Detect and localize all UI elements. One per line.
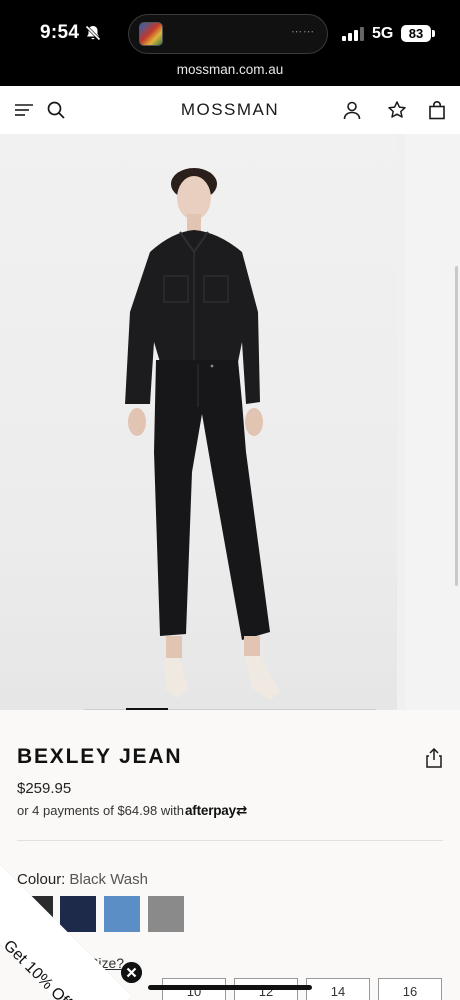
colour-value: Black Wash bbox=[69, 871, 148, 888]
size-option[interactable]: 16 bbox=[378, 978, 442, 1000]
swatch-mid-blue[interactable] bbox=[104, 896, 140, 932]
product-image-gallery[interactable] bbox=[0, 134, 460, 710]
afterpay-arrows-icon: ⇄ bbox=[235, 803, 248, 818]
divider bbox=[17, 840, 443, 841]
product-price: $259.95 bbox=[17, 780, 72, 797]
battery-level: 83 bbox=[401, 25, 431, 42]
signal-icon bbox=[342, 27, 364, 41]
swatch-indigo[interactable] bbox=[60, 896, 96, 932]
wishlist-star-icon[interactable] bbox=[387, 100, 407, 120]
audio-waveform-icon: ⋯⋯ bbox=[291, 26, 315, 38]
now-playing-artwork bbox=[139, 22, 163, 46]
dynamic-island[interactable]: ⋯⋯ bbox=[128, 14, 328, 54]
network-type: 5G bbox=[372, 25, 394, 42]
bag-icon[interactable] bbox=[427, 100, 447, 120]
close-icon[interactable] bbox=[121, 962, 142, 983]
battery-icon bbox=[432, 30, 435, 37]
status-time: 9:54 bbox=[40, 22, 80, 43]
product-title: BEXLEY JEAN bbox=[17, 745, 183, 768]
colour-label: Colour: bbox=[17, 871, 66, 888]
address-bar-url[interactable]: mossman.com.au bbox=[0, 62, 460, 77]
afterpay-logo[interactable]: afterpay⇄ bbox=[185, 803, 247, 819]
afterpay-instalments: or 4 payments of $64.98 with bbox=[17, 803, 184, 818]
colour-selector-label: Colour: Black Wash bbox=[17, 871, 148, 888]
swatch-grey[interactable] bbox=[148, 896, 184, 932]
bell-slash-icon bbox=[85, 25, 101, 41]
share-icon[interactable] bbox=[425, 748, 443, 768]
model-photo bbox=[125, 168, 280, 700]
status-bar: 9:54 ⋯⋯ 5G 83 mossman.com.au bbox=[0, 0, 460, 86]
home-indicator[interactable] bbox=[148, 985, 312, 990]
afterpay-brand: afterpay bbox=[185, 803, 236, 818]
product-image-main[interactable] bbox=[0, 134, 397, 710]
size-option[interactable]: 14 bbox=[306, 978, 370, 1000]
product-image-next[interactable] bbox=[405, 134, 460, 710]
page-scrollbar[interactable] bbox=[455, 266, 458, 586]
account-icon[interactable] bbox=[342, 100, 362, 120]
site-header: MOSSMAN bbox=[0, 86, 460, 134]
